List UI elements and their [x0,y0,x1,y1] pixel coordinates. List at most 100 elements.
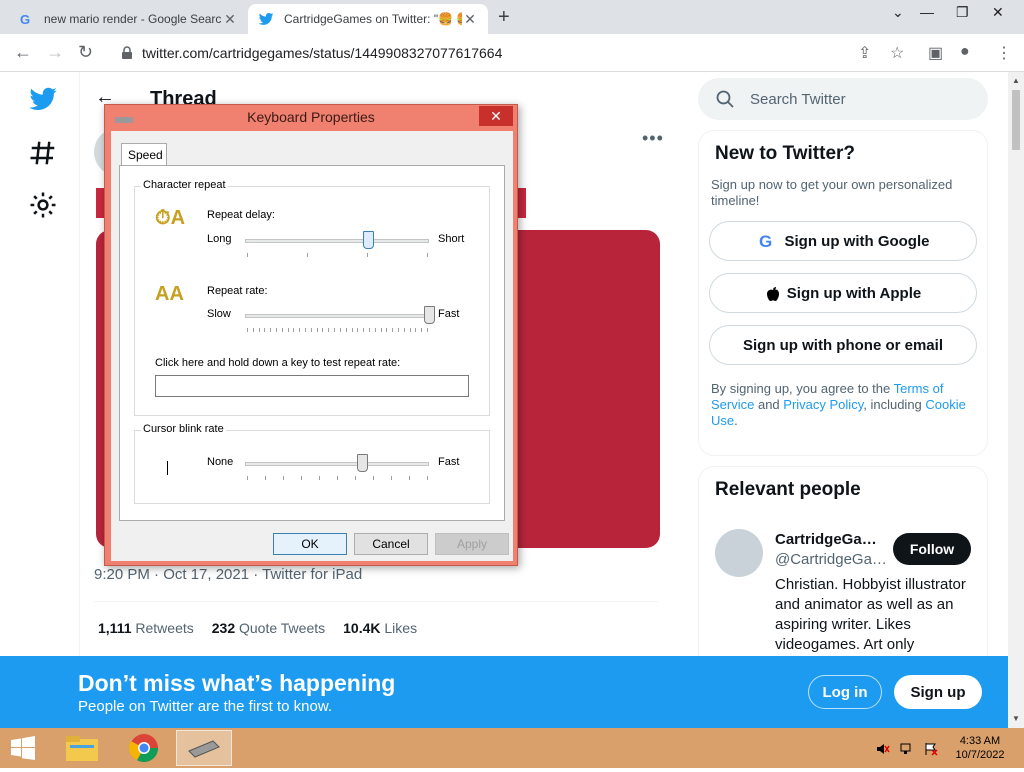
system-clock[interactable]: 4:33 AM 10/7/2022 [950,734,1010,762]
tick [373,476,374,480]
person-name[interactable]: CartridgeGa… [775,531,877,548]
privacy-link[interactable]: Privacy Policy [783,397,863,412]
tick [368,328,370,332]
tick [409,328,411,332]
keyboard-properties-taskbar-item[interactable] [176,730,232,766]
tick [301,476,302,480]
tick [264,328,266,332]
slider-min-label: Long [207,233,232,245]
slider-max-label: Fast [438,456,460,468]
tick [337,476,338,480]
close-icon[interactable]: ✕ [479,106,513,126]
ok-button[interactable]: OK [273,533,347,555]
quote-tweets-stat[interactable]: 232 Quote Tweets [212,620,325,636]
person-handle: @CartridgeGa… [775,551,887,568]
tick [427,476,428,480]
tick [258,328,260,332]
chrome-taskbar-item[interactable] [116,730,172,766]
sign-up-phone-email-button[interactable]: Sign up with phone or email [709,325,977,365]
windows-start-icon[interactable] [10,736,36,760]
tab-title: CartridgeGames on Twitter: "🍔 🍔 [284,12,462,26]
close-window-icon[interactable]: ✕ [992,4,1004,21]
tick [247,328,248,332]
folder-icon [66,736,98,761]
tick [403,328,405,332]
apply-button[interactable]: Apply [435,533,509,555]
chrome-icon [129,734,158,762]
share-icon[interactable]: ⇪ [858,43,871,63]
tab-google-search[interactable]: G new mario render - Google Searc ✕ [8,4,248,34]
banner-subtext: People on Twitter are the first to know. [78,698,333,715]
action-center-flag-icon[interactable] [924,742,938,756]
repeat-rate-track[interactable] [245,314,429,318]
network-icon[interactable] [900,742,914,756]
close-tab-icon[interactable]: ✕ [462,11,478,28]
retweets-stat[interactable]: 1,111 Retweets [98,620,194,636]
new-tab-icon[interactable]: + [498,6,510,29]
scrollbar-thumb[interactable] [1012,90,1020,150]
repeat-delay-icon: ⏱A [155,207,186,229]
tick [334,328,336,332]
restore-icon[interactable]: ❐ [956,4,969,21]
profile-icon[interactable]: ● [960,43,970,61]
cursor-blink-track[interactable] [245,462,429,466]
likes-stat[interactable]: 10.4K Likes [343,620,417,636]
sign-up-apple-button[interactable]: Sign up with Apple [709,273,977,313]
reload-icon[interactable]: ↻ [78,42,93,63]
signup-button[interactable]: Sign up [894,675,982,709]
repeat-rate-slider[interactable] [423,306,435,324]
sign-up-google-button[interactable]: G Sign up with Google [709,221,977,261]
page-scrollbar[interactable]: ▲ ▼ [1008,72,1024,728]
follow-button[interactable]: Follow [893,533,971,565]
browser-tab-bar: G new mario render - Google Searc ✕ Cart… [0,0,1024,34]
search-input[interactable]: Search Twitter [698,78,988,120]
scroll-up-icon[interactable]: ▲ [1012,76,1020,85]
keyboard-properties-dialog: Keyboard Properties ✕ Speed Character re… [104,104,518,566]
tick [415,328,417,332]
bookmark-star-icon[interactable]: ☆ [890,43,904,63]
file-explorer-taskbar-item[interactable] [54,730,110,766]
group-label: Character repeat [141,179,228,191]
repeat-delay-slider[interactable] [362,231,374,249]
google-icon: G [20,12,30,27]
forward-icon[interactable]: → [46,42,64,63]
settings-gear-icon[interactable] [28,190,58,220]
scroll-down-icon[interactable]: ▼ [1012,714,1020,723]
tick [345,328,347,332]
twitter-logo-icon[interactable] [28,84,58,114]
tab-twitter[interactable]: CartridgeGames on Twitter: "🍔 🍔 ✕ [248,4,488,34]
tick [363,328,365,332]
test-field-label: Click here and hold down a key to test r… [155,357,401,369]
minimize-icon[interactable]: — [920,4,934,20]
lock-icon [122,46,132,59]
tick [283,476,284,480]
repeat-delay-label: Repeat delay: [207,209,275,221]
card-subtitle: Sign up now to get your own personalized… [711,177,953,208]
avatar[interactable] [715,529,763,577]
tick [421,328,423,332]
tick [427,253,428,257]
tick [322,328,324,332]
cancel-button[interactable]: Cancel [354,533,428,555]
url-text: twitter.com/cartridgegames/status/144990… [142,45,503,61]
close-tab-icon[interactable]: ✕ [222,11,238,28]
menu-kebab-icon[interactable]: ⋮ [996,43,1012,63]
login-button[interactable]: Log in [808,675,882,709]
url-bar[interactable]: twitter.com/cartridgegames/status/144990… [110,39,842,67]
side-panel-icon[interactable]: ▣ [928,43,943,63]
repeat-test-input[interactable] [155,375,469,397]
repeat-delay-track[interactable] [245,239,429,243]
dialog-title: Keyboard Properties [247,109,375,125]
hashtag-explore-icon[interactable] [28,138,58,168]
more-options-icon[interactable]: ••• [642,128,664,149]
tab-speed[interactable]: Speed [121,143,167,165]
tick [357,328,359,332]
card-title: Relevant people [715,479,861,500]
volume-muted-icon[interactable] [876,742,890,756]
chevron-down-icon[interactable]: ⌄ [892,4,904,21]
slider-max-label: Short [438,233,465,245]
cursor-blink-slider[interactable] [357,454,369,472]
back-icon[interactable]: ← [14,42,32,63]
tick [391,476,392,480]
tick [252,328,254,332]
